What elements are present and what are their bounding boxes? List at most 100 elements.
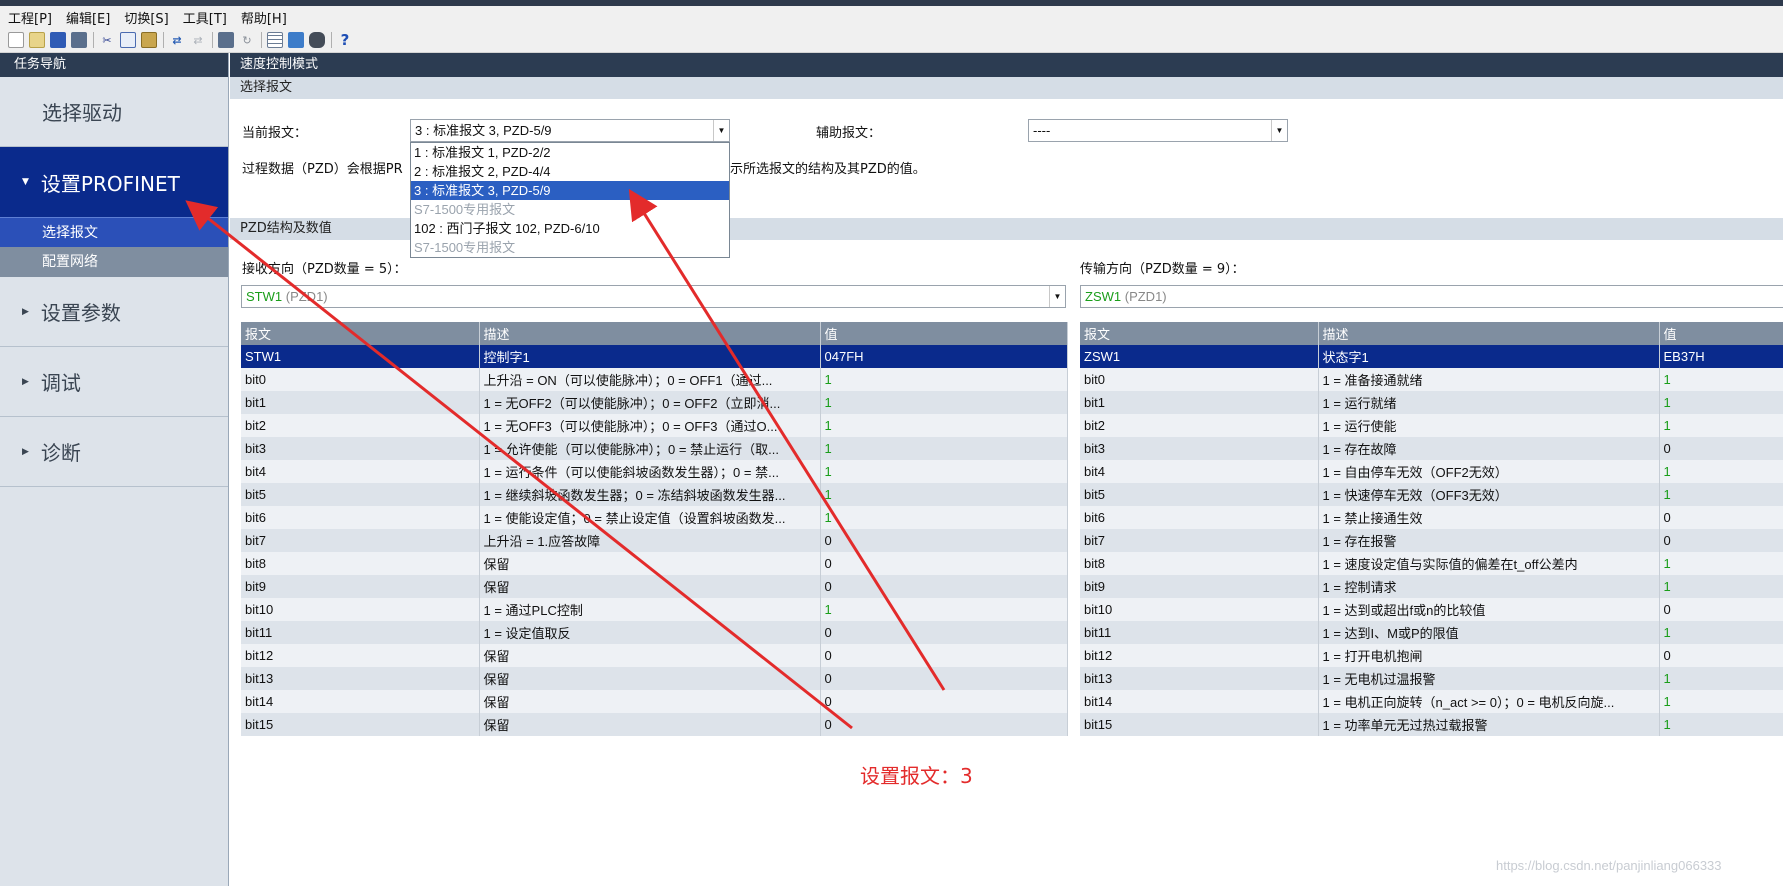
table-row[interactable]: bit2 1 = 运行使能 1 xyxy=(1080,414,1783,437)
table-row[interactable]: bit15 1 = 功率单元无过热过载报警 1 xyxy=(1080,713,1783,736)
table-row[interactable]: bit6 1 = 禁止接通生效 0 xyxy=(1080,506,1783,529)
table-row[interactable]: bit4 1 = 自由停车无效（OFF2无效） 1 xyxy=(1080,460,1783,483)
nav-item-commissioning[interactable]: ▶ 调试 xyxy=(0,347,228,417)
print-icon[interactable] xyxy=(71,32,87,48)
table-row[interactable]: bit7 上升沿 = 1.应答故障 0 xyxy=(241,529,1068,552)
table-row[interactable]: bit14 1 = 电机正向旋转（n_act >= 0）；0 = 电机反向旋...… xyxy=(1080,690,1783,713)
table-row[interactable]: bit1 1 = 无OFF2（可以使能脉冲）；0 = OFF2（立即消... 1 xyxy=(241,391,1068,414)
aux-telegram-select[interactable]: ---- ▼ xyxy=(1028,119,1288,142)
bit-cell: bit7 xyxy=(241,529,480,552)
table-row[interactable]: bit2 1 = 无OFF3（可以使能脉冲）；0 = OFF3（通过O... 1 xyxy=(241,414,1068,437)
description-cell: 1 = 无OFF2（可以使能脉冲）；0 = OFF2（立即消... xyxy=(479,391,821,414)
value-cell: 1 xyxy=(1659,483,1783,506)
bit-cell: bit11 xyxy=(1080,621,1319,644)
transmit-pzd-select[interactable]: ZSW1 (PZD1) xyxy=(1080,285,1783,308)
value-cell: 0 xyxy=(1659,437,1783,460)
table-row[interactable]: bit11 1 = 设定值取反 0 xyxy=(241,621,1068,644)
bit-cell: bit7 xyxy=(1080,529,1319,552)
chevron-down-icon[interactable]: ▼ xyxy=(1049,286,1065,307)
table-row[interactable]: bit1 1 = 运行就绪 1 xyxy=(1080,391,1783,414)
table-row[interactable]: ZSW1 状态字1 EB37H xyxy=(1080,345,1783,368)
menu-project[interactable]: 工程[P] xyxy=(8,8,52,27)
menu-switch[interactable]: 切换[S] xyxy=(124,8,168,27)
table-row[interactable]: bit10 1 = 达到或超出f或n的比较值 0 xyxy=(1080,598,1783,621)
table-row[interactable]: bit13 保留 0 xyxy=(241,667,1068,690)
table-row[interactable]: bit14 保留 0 xyxy=(241,690,1068,713)
table-row[interactable]: bit3 1 = 允许使能（可以使能脉冲）；0 = 禁止运行（取... 1 xyxy=(241,437,1068,460)
bit-cell: bit1 xyxy=(1080,391,1319,414)
chart-icon[interactable] xyxy=(288,32,304,48)
nav-item-label: 调试 xyxy=(40,371,81,395)
disconnect-icon[interactable]: ⇄ xyxy=(190,32,206,48)
bit-cell: bit3 xyxy=(1080,437,1319,460)
nav-item-profinet[interactable]: ▼ 设置PROFINET xyxy=(0,147,228,217)
table-row[interactable]: bit15 保留 0 xyxy=(241,713,1068,736)
menu-help[interactable]: 帮助[H] xyxy=(241,8,287,27)
save-icon[interactable] xyxy=(50,32,66,48)
value-cell: 1 xyxy=(820,598,1068,621)
new-icon[interactable] xyxy=(8,32,24,48)
table-row[interactable]: bit0 上升沿 = ON（可以使能脉冲）；0 = OFF1（通过... 1 xyxy=(241,368,1068,391)
nav-subitem-select-telegram[interactable]: 选择报文 xyxy=(0,217,228,247)
upload-icon[interactable]: ↻ xyxy=(239,32,255,48)
nav-subitem-configure-network[interactable]: 配置网络 xyxy=(0,247,228,277)
device-icon[interactable] xyxy=(309,32,325,48)
value-cell: 047FH xyxy=(820,345,1068,368)
toolbar-separator xyxy=(261,32,262,48)
current-telegram-select[interactable]: 3 : 标准报文 3, PZD-5/9 ▼ xyxy=(410,119,730,142)
aux-telegram-value: ---- xyxy=(1033,123,1051,138)
copy-icon[interactable] xyxy=(120,32,136,48)
dropdown-option[interactable]: 102 : 西门子报文 102, PZD-6/10 xyxy=(411,219,729,238)
table-row[interactable]: bit5 1 = 快速停车无效（OFF3无效） 1 xyxy=(1080,483,1783,506)
open-icon[interactable] xyxy=(29,32,45,48)
expanded-arrow-icon: ▼ xyxy=(22,177,29,187)
nav-item-select-drive[interactable]: 选择驱动 xyxy=(0,77,228,147)
paste-icon[interactable] xyxy=(141,32,157,48)
table-row[interactable]: bit11 1 = 达到I、M或P的限值 1 xyxy=(1080,621,1783,644)
value-cell: 1 xyxy=(820,414,1068,437)
menu-tools[interactable]: 工具[T] xyxy=(183,8,227,27)
receive-pzd-select[interactable]: STW1 (PZD1) ▼ xyxy=(241,285,1066,308)
help-icon[interactable]: ? xyxy=(337,31,353,49)
nav-item-parameters[interactable]: ▶ 设置参数 xyxy=(0,277,228,347)
table-row[interactable]: bit5 1 = 继续斜坡函数发生器；0 = 冻结斜坡函数发生器... 1 xyxy=(241,483,1068,506)
bit-cell: bit6 xyxy=(241,506,480,529)
receive-pzd-suffix: (PZD1) xyxy=(282,289,328,304)
value-cell: EB37H xyxy=(1659,345,1783,368)
bit-cell: bit15 xyxy=(241,713,480,736)
table-row[interactable]: bit6 1 = 使能设定值；0 = 禁止设定值（设置斜坡函数发... 1 xyxy=(241,506,1068,529)
dropdown-option-selected[interactable]: 3 : 标准报文 3, PZD-5/9 xyxy=(411,181,729,200)
table-row[interactable]: STW1 控制字1 047FH xyxy=(241,345,1068,368)
transmit-direction-label: 传输方向（PZD数量 = 9）： xyxy=(1080,262,1245,277)
dropdown-option[interactable]: 1 : 标准报文 1, PZD-2/2 xyxy=(411,143,729,162)
connect-icon[interactable]: ⇄ xyxy=(169,32,185,48)
description-cell: 1 = 控制请求 xyxy=(1318,575,1660,598)
nav-item-diagnostics[interactable]: ▶ 诊断 xyxy=(0,417,228,487)
table-row[interactable]: bit12 保留 0 xyxy=(241,644,1068,667)
table-icon[interactable] xyxy=(267,32,283,48)
table-row[interactable]: bit13 1 = 无电机过温报警 1 xyxy=(1080,667,1783,690)
description-cell: 1 = 存在报警 xyxy=(1318,529,1660,552)
bit-cell: bit4 xyxy=(241,460,480,483)
table-row[interactable]: bit12 1 = 打开电机抱闸 0 xyxy=(1080,644,1783,667)
table-row[interactable]: bit3 1 = 存在故障 0 xyxy=(1080,437,1783,460)
table-row[interactable]: bit7 1 = 存在报警 0 xyxy=(1080,529,1783,552)
description-cell: 1 = 禁止接通生效 xyxy=(1318,506,1660,529)
table-row[interactable]: bit9 保留 0 xyxy=(241,575,1068,598)
chevron-down-icon[interactable]: ▼ xyxy=(713,120,729,141)
menu-edit[interactable]: 编辑[E] xyxy=(66,8,110,27)
table-row[interactable]: bit8 1 = 速度设定值与实际值的偏差在t_off公差内 1 xyxy=(1080,552,1783,575)
table-row[interactable]: bit9 1 = 控制请求 1 xyxy=(1080,575,1783,598)
chevron-down-icon[interactable]: ▼ xyxy=(1271,120,1287,141)
table-row[interactable]: bit10 1 = 通过PLC控制 1 xyxy=(241,598,1068,621)
value-cell: 1 xyxy=(820,368,1068,391)
dropdown-option[interactable]: 2 : 标准报文 2, PZD-4/4 xyxy=(411,162,729,181)
table-row[interactable]: bit4 1 = 运行条件（可以使能斜坡函数发生器）；0 = 禁... 1 xyxy=(241,460,1068,483)
bit-cell: bit8 xyxy=(241,552,480,575)
toolbar: ✂ ⇄ ⇄ ↻ ? xyxy=(0,28,1783,53)
description-cell: 保留 xyxy=(479,644,821,667)
download-icon[interactable] xyxy=(218,32,234,48)
table-row[interactable]: bit0 1 = 准备接通就绪 1 xyxy=(1080,368,1783,391)
table-row[interactable]: bit8 保留 0 xyxy=(241,552,1068,575)
cut-icon[interactable]: ✂ xyxy=(99,32,115,48)
